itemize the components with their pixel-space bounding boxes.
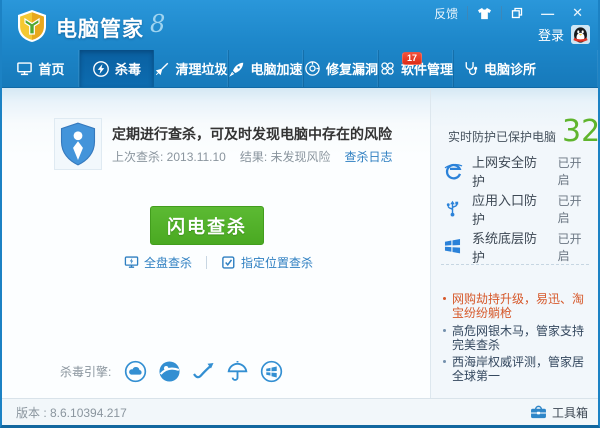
tab-software-manage[interactable]: 17 软件管理 [379,50,454,87]
pc-manager-window: 电脑管家 8 反馈 — ✕ 登录 首页 杀毒 清理垃圾 电脑加速 修复漏洞 17… [0,0,600,428]
titlebar-controls: 反馈 — ✕ [425,0,592,26]
last-scan-result: 结果: 未发现风险 [239,150,331,164]
restore-window-icon[interactable] [502,0,532,26]
skin-shirt-icon[interactable] [468,0,501,26]
content-area: 隔离区(0) 信任区(0) 定期进行查杀，可及时发现电脑中存在的风险 上次查杀:… [2,88,598,398]
toolbox-icon [531,405,546,419]
clean-broom-icon [156,62,169,75]
scan-shield-tile [54,118,102,170]
person-shield-icon [60,122,96,166]
scan-options-divider [206,256,208,269]
main-nav: 首页 杀毒 清理垃圾 电脑加速 修复漏洞 17 软件管理 电脑诊所 [2,50,598,88]
bullet-icon [443,297,446,300]
window-chrome: 电脑管家 8 反馈 — ✕ 登录 首页 杀毒 清理垃圾 电脑加速 修复漏洞 17… [2,0,598,88]
fix-vulnerability-icon [305,61,320,76]
globe-engine-icon [158,360,181,383]
app-version-numeral: 8 [150,10,166,38]
protected-days-count: 329 [562,114,600,149]
protection-row-web[interactable]: 上网安全防护 已开启 [444,155,592,189]
protection-sidebar: 实时防护已保护电脑329天 上网安全防护 已开启 应用入口防护 已开启 [430,88,598,398]
feedback-link[interactable]: 反馈 [425,0,467,26]
tab-clean-junk[interactable]: 清理垃圾 [154,50,229,87]
protection-row-system[interactable]: 系统底层防护 已开启 [444,231,592,265]
usb-icon [444,200,463,219]
app-title: 电脑管家 [56,18,144,41]
custom-scan-link[interactable]: 指定位置查杀 [221,254,313,271]
avira-umbrella-engine-icon [226,360,249,383]
bullet-icon [443,329,446,332]
status-enabled: 已开启 [557,232,582,263]
software-manage-icon [381,62,394,75]
toolbox-button[interactable]: 工具箱 [530,404,588,421]
scan-subline: 上次查杀: 2013.11.10 结果: 未发现风险 查杀日志 [112,148,393,165]
custom-scan-checkbox-icon [222,256,235,269]
scan-headline: 定期进行查杀，可及时发现电脑中存在的风险 [112,126,392,142]
scan-log-link[interactable]: 查杀日志 [345,148,393,165]
version-label: 版本 : 8.6.10394.217 [16,405,127,420]
bullet-icon [443,360,446,363]
sidebar-divider [441,264,589,265]
protection-row-app-entry[interactable]: 应用入口防护 已开启 [444,193,592,227]
news-link-2[interactable]: 高危网银木马，管家支持完美查杀 [443,324,595,352]
ie-browser-icon [444,162,463,181]
pc-clinic-icon [465,62,478,76]
protect-prefix: 实时防护已保护电脑 [448,130,557,144]
swoosh-engine-icon [192,360,215,383]
app-logo-shield-icon [16,9,48,43]
news-link-3[interactable]: 西海岸权威评测，管家居全球第一 [443,355,595,383]
minimize-icon[interactable]: — [532,0,563,26]
tab-pc-clinic[interactable]: 电脑诊所 [454,50,598,87]
engine-label: 杀毒引擎: [60,365,112,379]
windows-icon [444,238,463,257]
news-link-1[interactable]: 网购劫持升级，易迅、淘宝纷纷躺枪 [443,292,595,320]
statusbar: 版本 : 8.6.10394.217 工具箱 [2,398,598,425]
titlebar[interactable]: 电脑管家 8 反馈 — ✕ 登录 [2,0,598,50]
tab-antivirus[interactable]: 杀毒 [80,50,154,87]
home-monitor-icon [17,62,33,76]
antivirus-lightning-icon [93,60,109,77]
engine-row: 杀毒引擎: [60,360,283,383]
tab-home[interactable]: 首页 [2,50,80,87]
windows-engine-icon [260,360,283,383]
update-count-badge: 17 [402,52,423,65]
cloud-engine-icon [124,360,147,383]
full-scan-link[interactable]: 全盘查杀 [124,254,192,271]
login-area: 登录 [538,25,590,44]
close-icon[interactable]: ✕ [563,0,592,26]
login-link[interactable]: 登录 [538,25,564,44]
status-enabled: 已开启 [557,156,582,187]
full-scan-monitor-icon [124,256,139,268]
speedup-rocket-icon [229,62,244,77]
scan-options: 全盘查杀 指定位置查杀 [124,254,313,271]
status-enabled: 已开启 [557,194,582,225]
tab-speedup[interactable]: 电脑加速 [229,50,304,87]
protection-days-line: 实时防护已保护电脑329天 [448,114,600,149]
tab-fix-vulnerabilities[interactable]: 修复漏洞 [304,50,379,87]
last-scan-date: 上次查杀: 2013.11.10 [112,150,226,164]
lightning-scan-button[interactable]: 闪电查杀 [150,206,264,245]
qq-penguin-avatar[interactable] [571,25,590,44]
